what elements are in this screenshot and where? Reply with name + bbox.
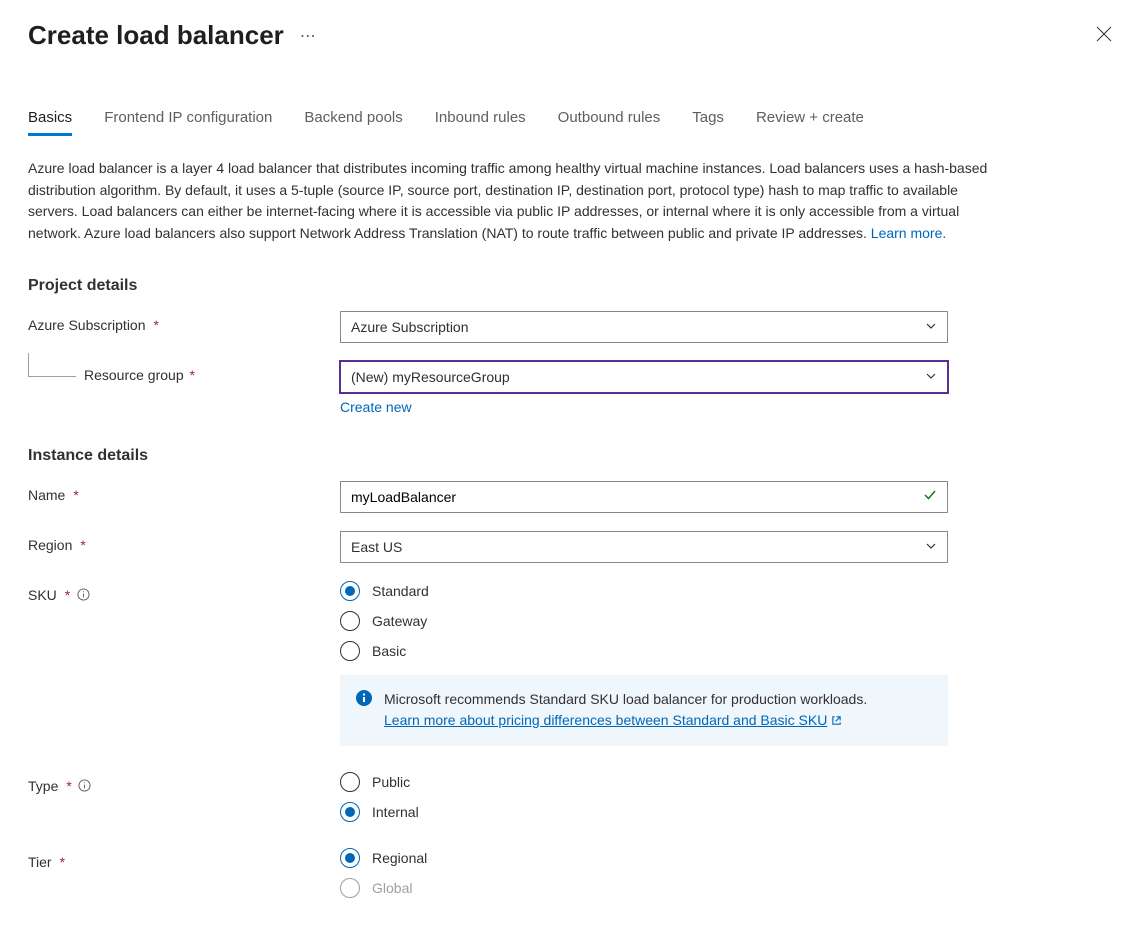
section-project-details: Project details	[28, 277, 1118, 295]
label-type: Type*	[28, 772, 340, 794]
sku-radio-standard[interactable]: Standard	[340, 581, 948, 601]
sku-radio-group: Standard Gateway Basic	[340, 581, 948, 661]
chevron-down-icon	[925, 319, 937, 335]
tab-backend-pools[interactable]: Backend pools	[304, 101, 402, 136]
tab-tags[interactable]: Tags	[692, 101, 724, 136]
check-icon	[923, 488, 937, 505]
label-tier: Tier*	[28, 848, 340, 870]
sku-radio-basic[interactable]: Basic	[340, 641, 948, 661]
region-select[interactable]: East US	[340, 531, 948, 563]
resource-group-select[interactable]: (New) myResourceGroup	[340, 361, 948, 393]
label-subscription: Azure Subscription*	[28, 311, 340, 333]
label-resource-group: Resource group *	[28, 361, 340, 383]
info-icon[interactable]	[78, 779, 92, 793]
name-input-wrapper	[340, 481, 948, 513]
create-new-link[interactable]: Create new	[340, 399, 412, 415]
tier-radio-regional[interactable]: Regional	[340, 848, 948, 868]
type-radio-internal[interactable]: Internal	[340, 802, 948, 822]
tab-review-create[interactable]: Review + create	[756, 101, 864, 136]
more-options-icon[interactable]: ⋯	[300, 26, 317, 46]
name-input[interactable]	[351, 489, 923, 505]
tabs-bar: Basics Frontend IP configuration Backend…	[28, 101, 1118, 136]
page-header: Create load balancer ⋯	[28, 20, 1118, 51]
info-icon	[356, 690, 372, 709]
type-radio-public[interactable]: Public	[340, 772, 948, 792]
label-sku: SKU*	[28, 581, 340, 603]
sku-radio-gateway[interactable]: Gateway	[340, 611, 948, 631]
info-icon[interactable]	[76, 588, 90, 602]
description-text: Azure load balancer is a layer 4 load ba…	[28, 158, 988, 245]
sku-info-box: Microsoft recommends Standard SKU load b…	[340, 675, 948, 746]
tab-inbound-rules[interactable]: Inbound rules	[435, 101, 526, 136]
section-instance-details: Instance details	[28, 447, 1118, 465]
tier-radio-global: Global	[340, 878, 948, 898]
chevron-down-icon	[925, 369, 937, 385]
page-title: Create load balancer	[28, 20, 284, 51]
hierarchy-line	[28, 353, 76, 377]
subscription-select[interactable]: Azure Subscription	[340, 311, 948, 343]
chevron-down-icon	[925, 539, 937, 555]
tab-frontend-ip[interactable]: Frontend IP configuration	[104, 101, 272, 136]
label-name: Name*	[28, 481, 340, 503]
tab-basics[interactable]: Basics	[28, 101, 72, 136]
type-radio-group: Public Internal	[340, 772, 948, 822]
learn-more-link[interactable]: Learn more.	[871, 225, 946, 241]
external-link-icon	[831, 711, 842, 732]
label-region: Region*	[28, 531, 340, 553]
sku-pricing-link[interactable]: Learn more about pricing differences bet…	[384, 712, 842, 728]
tier-radio-group: Regional Global	[340, 848, 948, 898]
close-icon[interactable]	[1090, 20, 1118, 51]
tab-outbound-rules[interactable]: Outbound rules	[558, 101, 661, 136]
